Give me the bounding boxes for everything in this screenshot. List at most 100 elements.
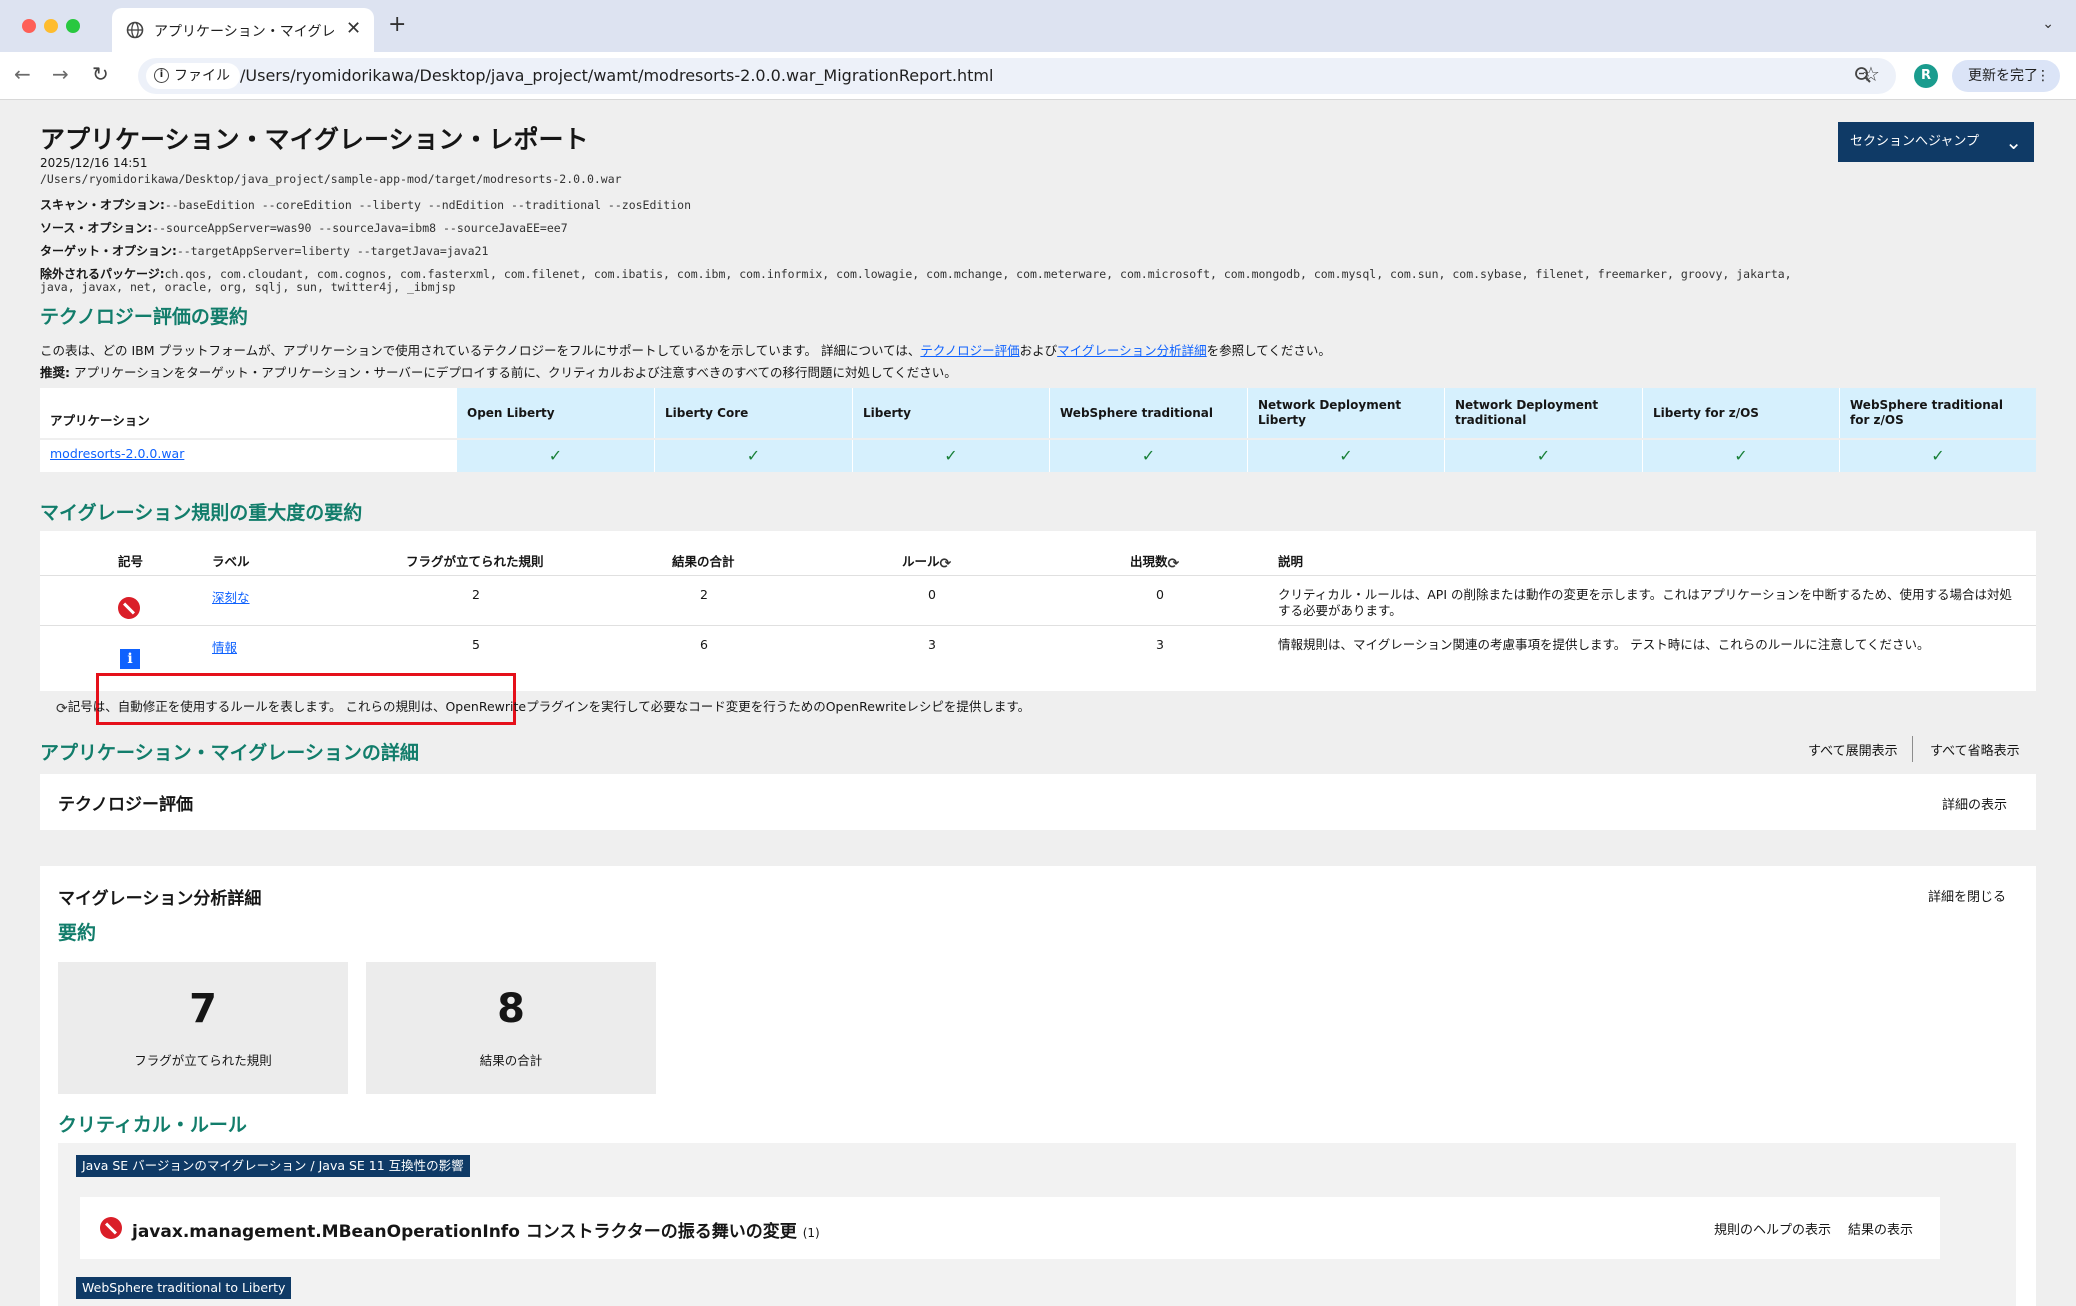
check-icon: ✓ [456, 440, 654, 472]
info-label-link[interactable]: 情報 [212, 637, 237, 656]
rule-title: javax.management.MBeanOperationInfo コンスト… [132, 1217, 820, 1242]
migration-details-heading: アプリケーション・マイグレーションの詳細 [40, 742, 419, 764]
tech-eval-title: テクノロジー評価 [58, 795, 193, 815]
rules-header-label: ルール [902, 554, 940, 569]
tab-search-chevron-icon[interactable]: ⌄ [2042, 16, 2054, 32]
link-separator [1912, 736, 1913, 762]
source-options-label: ソース・オプション: [40, 221, 153, 235]
maximize-window-button[interactable] [66, 19, 80, 33]
platform-header: WebSphere traditional for z/OS [1839, 388, 2036, 438]
collapse-all-link[interactable]: すべて省略表示 [1930, 740, 2020, 759]
minimize-window-button[interactable] [44, 19, 58, 33]
symbol-header: 記号 [118, 554, 144, 569]
occurrences-header-label: 出現数 [1130, 554, 1168, 569]
url-text[interactable]: /Users/ryomidorikawa/Desktop/java_projec… [240, 66, 993, 85]
platform-column: Liberty Core ✓ [654, 388, 852, 472]
page-title: アプリケーション・マイグレーション・レポート [40, 125, 589, 154]
app-link[interactable]: modresorts-2.0.0.war [50, 446, 184, 461]
profile-avatar[interactable]: R [1914, 64, 1938, 88]
reload-icon[interactable]: ↻ [92, 62, 109, 86]
analysis-close-details-link[interactable]: 詳細を閉じる [1928, 886, 2006, 905]
summary-heading: 要約 [58, 922, 97, 944]
info-icon: i [154, 68, 169, 83]
rule-help-link[interactable]: 規則のヘルプの表示 [1714, 1219, 1831, 1238]
technology-table: アプリケーション modresorts-2.0.0.war Open Liber… [40, 388, 2036, 472]
platform-column: Network Deployment Liberty ✓ [1247, 388, 1444, 472]
target-options-value: --targetAppServer=liberty --targetJava=j… [176, 244, 489, 258]
stat-value: 7 [189, 986, 217, 1032]
platform-column: Liberty for z/OS ✓ [1642, 388, 1839, 472]
target-options-label: ターゲット・オプション: [40, 244, 177, 258]
info-rules-count: 3 [928, 637, 936, 652]
severity-summary-heading: マイグレーション規則の重大度の要約 [40, 502, 363, 524]
info-flagged-count: 5 [472, 637, 480, 652]
source-options: ソース・オプション:--sourceAppServer=was90 --sour… [40, 219, 568, 236]
update-browser-button[interactable]: 更新を完了 ⋮ [1952, 60, 2060, 92]
close-window-button[interactable] [22, 19, 36, 33]
stat-label: フラグが立てられた規則 [134, 1053, 272, 1068]
new-tab-button[interactable]: + [388, 12, 406, 37]
info-total-count: 6 [700, 637, 708, 652]
close-tab-icon[interactable]: ✕ [346, 18, 361, 39]
more-vertical-icon[interactable]: ⋮ [2036, 60, 2050, 92]
critical-description: クリティカル・ルールは、API の削除または動作の変更を示します。これはアプリケ… [1278, 587, 2013, 618]
migration-analysis-link[interactable]: マイグレーション分析詳細 [1057, 343, 1207, 358]
row-divider [40, 625, 2036, 626]
critical-severity-icon [100, 1217, 122, 1239]
rule-count: (1) [802, 1226, 820, 1240]
source-options-value: --sourceAppServer=was90 --sourceJava=ibm… [152, 221, 568, 235]
app-column-header: アプリケーション [50, 413, 150, 428]
check-icon: ✓ [654, 440, 852, 472]
forward-arrow-icon[interactable]: → [52, 62, 69, 86]
rules-header: ルール⟳ [902, 551, 951, 572]
rule-card[interactable]: javax.management.MBeanOperationInfo コンスト… [80, 1197, 1940, 1259]
row-divider [40, 575, 2036, 576]
severity-table: 記号 ラベル フラグが立てられた規則 結果の合計 ルール⟳ 出現数⟳ 説明 深刻… [40, 531, 2036, 691]
check-icon: ✓ [1642, 440, 1839, 472]
excluded-line-1: ch.qos, com.cloudant, com.cognos, com.fa… [164, 267, 1792, 281]
browser-tab-bar: アプリケーション・マイグレーシ ✕ + ⌄ [0, 0, 2076, 52]
info-severity-icon: i [120, 649, 140, 669]
site-info-chip[interactable]: i ファイル [146, 63, 240, 89]
tech-summary-heading: テクノロジー評価の要約 [40, 306, 248, 328]
excluded-label: 除外されるパッケージ: [40, 267, 165, 281]
tech-summary-description: この表は、どの IBM プラットフォームが、アプリケーションで使用されているテク… [40, 340, 1331, 359]
info-occurrences-count: 3 [1156, 637, 1164, 652]
reco-text: アプリケーションをターゲット・アプリケーション・サーバーにデプロイする前に、クリ… [70, 365, 957, 380]
platform-column: Open Liberty ✓ [456, 388, 654, 472]
check-icon: ✓ [1444, 440, 1642, 472]
platform-header: WebSphere traditional [1049, 388, 1247, 438]
recommendation: 推奨: アプリケーションをターゲット・アプリケーション・サーバーにデプロイする前… [40, 362, 957, 381]
stat-flagged-rules: 7 フラグが立てられた規則 [58, 962, 348, 1094]
check-icon: ✓ [1247, 440, 1444, 472]
address-bar[interactable]: i ファイル /Users/ryomidorikawa/Desktop/java… [138, 58, 1896, 94]
autofix-icon: ⟳ [56, 701, 68, 717]
platform-column: WebSphere traditional for z/OS ✓ [1839, 388, 2036, 472]
desc-mid: および [1019, 343, 1058, 358]
expand-all-link[interactable]: すべて展開表示 [1808, 740, 1898, 759]
flagged-header: フラグが立てられた規則 [406, 554, 544, 569]
report-path: /Users/ryomidorikawa/Desktop/java_projec… [40, 172, 622, 186]
critical-total-count: 2 [700, 587, 708, 602]
excluded-line-2: java, javax, net, oracle, org, sqlj, sun… [40, 280, 456, 294]
tech-eval-show-details-link[interactable]: 詳細の表示 [1942, 794, 2007, 813]
autofix-note-text: 記号は、自動修正を使用するルールを表します。 これらの規則は、OpenRewri… [67, 699, 1031, 714]
autofix-icon: ⟳ [939, 556, 952, 572]
back-arrow-icon[interactable]: ← [14, 62, 31, 86]
jump-to-section-button[interactable]: セクションへジャンプ ⌄ [1838, 122, 2034, 162]
bookmark-star-icon[interactable]: ☆ [1862, 62, 1880, 86]
url-scheme-label: ファイル [174, 68, 230, 84]
target-options: ターゲット・オプション:--targetAppServer=liberty --… [40, 242, 488, 259]
critical-occurrences-count: 0 [1156, 587, 1164, 602]
platform-header: Liberty [852, 388, 1049, 438]
platform-header: Liberty Core [654, 388, 852, 438]
rule-results-link[interactable]: 結果の表示 [1848, 1219, 1913, 1238]
scan-options-label: スキャン・オプション: [40, 198, 165, 212]
platform-header: Liberty for z/OS [1642, 388, 1839, 438]
platform-header: Network Deployment traditional [1444, 388, 1642, 438]
critical-label-link[interactable]: 深刻な [212, 587, 250, 606]
browser-tab[interactable]: アプリケーション・マイグレーシ ✕ [112, 8, 374, 52]
tech-eval-link[interactable]: テクノロジー評価 [920, 343, 1019, 358]
desc-prefix: この表は、どの IBM プラットフォームが、アプリケーションで使用されているテク… [40, 343, 921, 358]
label-header: ラベル [212, 554, 250, 569]
